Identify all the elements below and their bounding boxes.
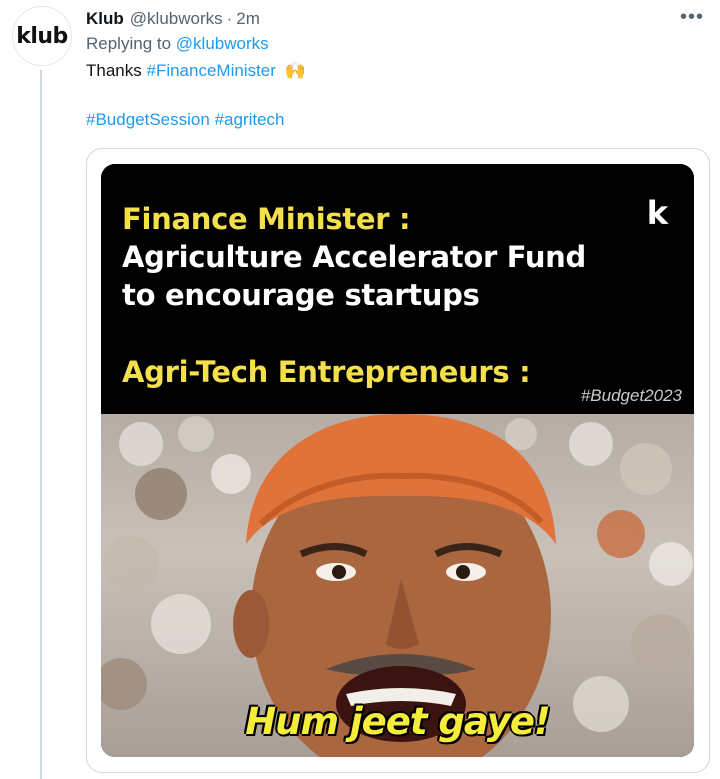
- meme-photo: Hum jeet gaye!: [101, 414, 694, 757]
- meme-line-entrepreneurs: Agri-Tech Entrepreneurs :: [122, 355, 531, 389]
- thread-line: [40, 70, 42, 779]
- replying-prefix: Replying to: [86, 34, 172, 53]
- tweet-text-line-1: Thanks #FinanceMinister 🙌: [86, 61, 306, 81]
- author-handle[interactable]: @klubworks: [130, 9, 223, 29]
- avatar-logo-text: klub: [16, 23, 68, 49]
- tweet-text: Thanks: [86, 61, 142, 80]
- meme-text-panel: Finance Minister : Agriculture Accelerat…: [101, 164, 694, 414]
- more-horizontal-icon[interactable]: •••: [680, 6, 704, 29]
- budget-hashtag-label: #Budget2023: [580, 386, 682, 405]
- media-card[interactable]: Finance Minister : Agriculture Accelerat…: [86, 148, 710, 773]
- replying-to-link[interactable]: @klubworks: [176, 34, 269, 53]
- tweet-text-line-2: #BudgetSession #agritech: [86, 110, 285, 130]
- meme-line-fund: Agriculture Accelerator Fund: [122, 240, 586, 274]
- klub-k-logo: k: [646, 194, 668, 232]
- hashtag-budget-session[interactable]: #BudgetSession: [86, 110, 210, 129]
- meme-caption: Hum jeet gaye!: [245, 700, 551, 743]
- tweet-timestamp[interactable]: 2m: [236, 9, 260, 29]
- hashtag-agritech[interactable]: #agritech: [215, 110, 285, 129]
- avatar[interactable]: klub: [12, 6, 72, 66]
- meme-line-startups: to encourage startups: [122, 278, 480, 312]
- meme-image[interactable]: Finance Minister : Agriculture Accelerat…: [101, 164, 694, 757]
- meme-line-finance-minister: Finance Minister :: [122, 202, 411, 236]
- raising-hands-emoji: 🙌: [284, 61, 306, 80]
- hashtag-finance-minister[interactable]: #FinanceMinister: [146, 61, 275, 80]
- separator-dot: ·: [226, 9, 233, 28]
- author-name[interactable]: Klub: [86, 9, 124, 29]
- replying-to: Replying to @klubworks: [86, 34, 269, 54]
- tweet-header: Klub @klubworks · 2m: [86, 8, 700, 30]
